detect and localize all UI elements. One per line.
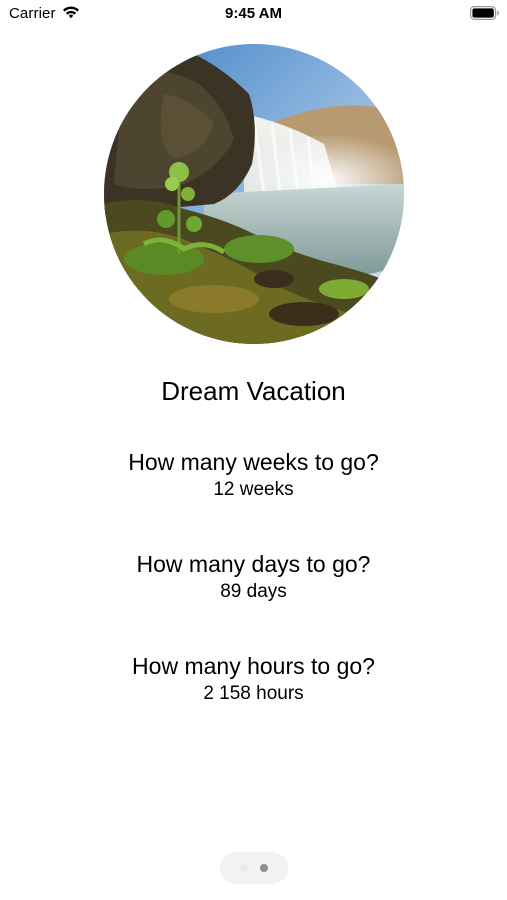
page-control[interactable] [220, 852, 288, 884]
days-question: How many days to go? [136, 551, 371, 577]
hours-block: How many hours to go? 2 158 hours [0, 652, 507, 707]
battery-icon [470, 6, 500, 21]
hours-answer: 2 158 hours [203, 683, 304, 704]
page-dot-2-active[interactable] [260, 864, 268, 872]
weeks-block: How many weeks to go? 12 weeks [0, 448, 507, 503]
hours-question: How many hours to go? [132, 653, 375, 679]
days-answer: 89 days [220, 581, 287, 602]
weeks-answer: 12 weeks [213, 479, 294, 500]
screen: Carrier 9:45 AM Dream Vacation How many … [0, 0, 507, 900]
page-dot-1[interactable] [240, 864, 248, 872]
hero-image [104, 44, 404, 344]
page-title: Dream Vacation [161, 376, 346, 406]
status-time: 9:45 AM [225, 5, 282, 22]
weeks-question: How many weeks to go? [128, 449, 379, 475]
days-block: How many days to go? 89 days [0, 550, 507, 605]
status-bar: Carrier 9:45 AM [0, 0, 507, 28]
